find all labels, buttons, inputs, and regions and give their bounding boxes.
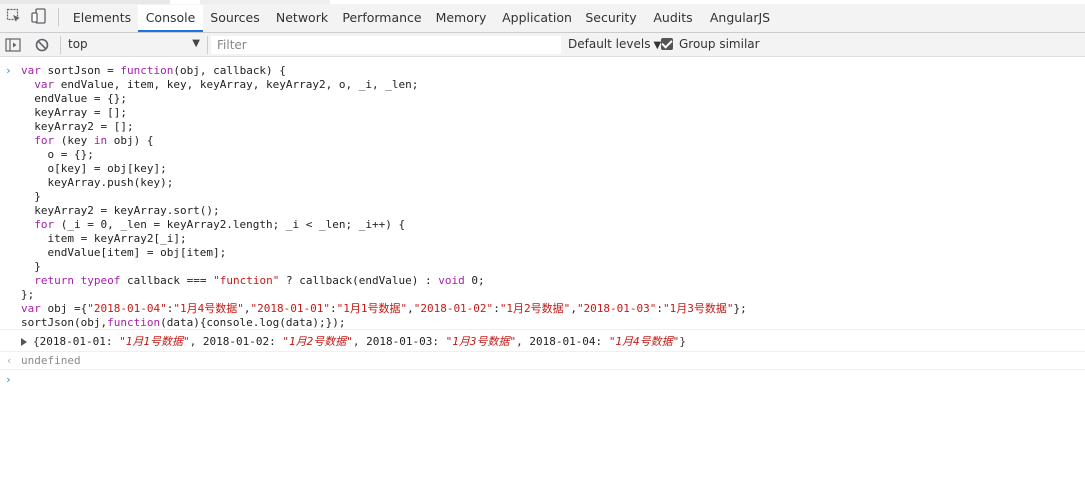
code-line: keyArray = []; — [21, 106, 127, 119]
input-prompt-icon: › — [5, 64, 12, 77]
execution-context-select[interactable]: top ▼ — [68, 37, 204, 54]
console-return-entry: ‹ undefined — [0, 352, 1085, 370]
tab-audits[interactable]: Audits — [644, 5, 702, 32]
prompt-caret-icon: › — [5, 373, 12, 386]
code-line: keyArray2 = []; — [21, 120, 134, 133]
object-key: 2018-01-01: — [39, 335, 120, 348]
console-toolbar: top ▼ Default levels▼ Group similar — [0, 33, 1085, 57]
toolbar-divider — [58, 8, 59, 26]
return-value-icon: ‹ — [6, 354, 13, 367]
code-line: var obj ={"2018-01-04":"1月4号数据","2018-01… — [21, 302, 747, 315]
code-line: } — [21, 260, 41, 273]
toolbar-divider — [207, 36, 208, 54]
clear-console-icon[interactable] — [34, 37, 50, 53]
top-strip — [0, 0, 1085, 4]
code-line: for (_i = 0, _len = keyArray2.length; _i… — [34, 218, 406, 231]
object-value: "1月1号数据" — [119, 335, 190, 348]
object-brace: { — [33, 335, 40, 348]
code-line: sortJson(obj,function(data){console.log(… — [21, 316, 346, 329]
code-line: }; — [21, 288, 35, 301]
code-line: return typeof callback === "function" ? … — [34, 274, 485, 287]
object-brace: } — [679, 335, 686, 348]
group-similar-toggle[interactable]: Group similar — [661, 37, 760, 51]
dropdown-arrow-icon: ▼ — [653, 40, 662, 51]
group-similar-checkbox[interactable] — [661, 38, 673, 50]
tab-application[interactable]: Application — [496, 5, 578, 32]
code-line: o[key] = obj[key]; — [21, 162, 167, 175]
code-line: var endValue, item, key, keyArray, keyAr… — [34, 78, 419, 91]
log-levels-label: Default levels — [568, 37, 651, 51]
filter-input[interactable] — [211, 36, 561, 54]
object-value: "1月2号数据" — [282, 335, 353, 348]
code-line: item = keyArray2[_i]; — [21, 232, 187, 245]
console-input-entry: › var sortJson = function(obj, callback)… — [0, 58, 1085, 330]
code-line: keyArray2 = keyArray.sort(); — [21, 204, 220, 217]
object-value: "1月3号数据" — [445, 335, 517, 348]
object-key: 2018-01-02: — [202, 335, 283, 348]
code-line: endValue = {}; — [21, 92, 127, 105]
inspect-element-icon[interactable] — [6, 8, 22, 24]
show-sidebar-icon[interactable] — [5, 37, 21, 53]
input-code-block[interactable]: var sortJson = function(obj, callback) {… — [21, 64, 747, 330]
object-value: "1月4号数据" — [608, 335, 680, 348]
tab-elements[interactable]: Elements — [67, 5, 137, 32]
logged-object-preview[interactable]: {2018-01-01: "1月1号数据", 2018-01-02: "1月2号… — [33, 335, 686, 349]
execution-context-value: top — [68, 37, 88, 51]
object-key: 2018-01-03: — [366, 335, 446, 348]
return-value: undefined — [21, 354, 81, 367]
tab-angularjs[interactable]: AngularJS — [704, 5, 776, 32]
tab-security[interactable]: Security — [580, 5, 642, 32]
tab-performance[interactable]: Performance — [338, 5, 426, 32]
console-messages: › var sortJson = function(obj, callback)… — [0, 58, 1085, 489]
group-similar-label: Group similar — [679, 37, 760, 51]
devtools-tab-bar: Elements Console Sources Network Perform… — [0, 0, 1085, 33]
dropdown-arrow-icon: ▼ — [192, 38, 200, 49]
expand-object-icon[interactable] — [21, 338, 27, 346]
device-toolbar-icon[interactable] — [31, 8, 47, 24]
console-prompt[interactable]: › — [0, 370, 1085, 390]
console-log-entry: {2018-01-01: "1月1号数据", 2018-01-02: "1月2号… — [0, 330, 1085, 352]
code-line: o = {}; — [21, 148, 94, 161]
code-line: endValue[item] = obj[item]; — [21, 246, 227, 259]
tab-sources[interactable]: Sources — [204, 5, 266, 32]
code-line: keyArray.push(key); — [21, 176, 174, 189]
toolbar-divider — [60, 36, 61, 54]
code-line: for (key in obj) { — [34, 134, 154, 147]
code-line: } — [21, 190, 41, 203]
code-line: var sortJson = function(obj, callback) { — [21, 64, 286, 77]
tab-console[interactable]: Console — [138, 5, 203, 32]
object-key: 2018-01-04: — [529, 335, 609, 348]
tab-memory[interactable]: Memory — [428, 5, 494, 32]
tab-network[interactable]: Network — [268, 5, 336, 32]
log-levels-dropdown[interactable]: Default levels ▼ — [568, 37, 661, 51]
